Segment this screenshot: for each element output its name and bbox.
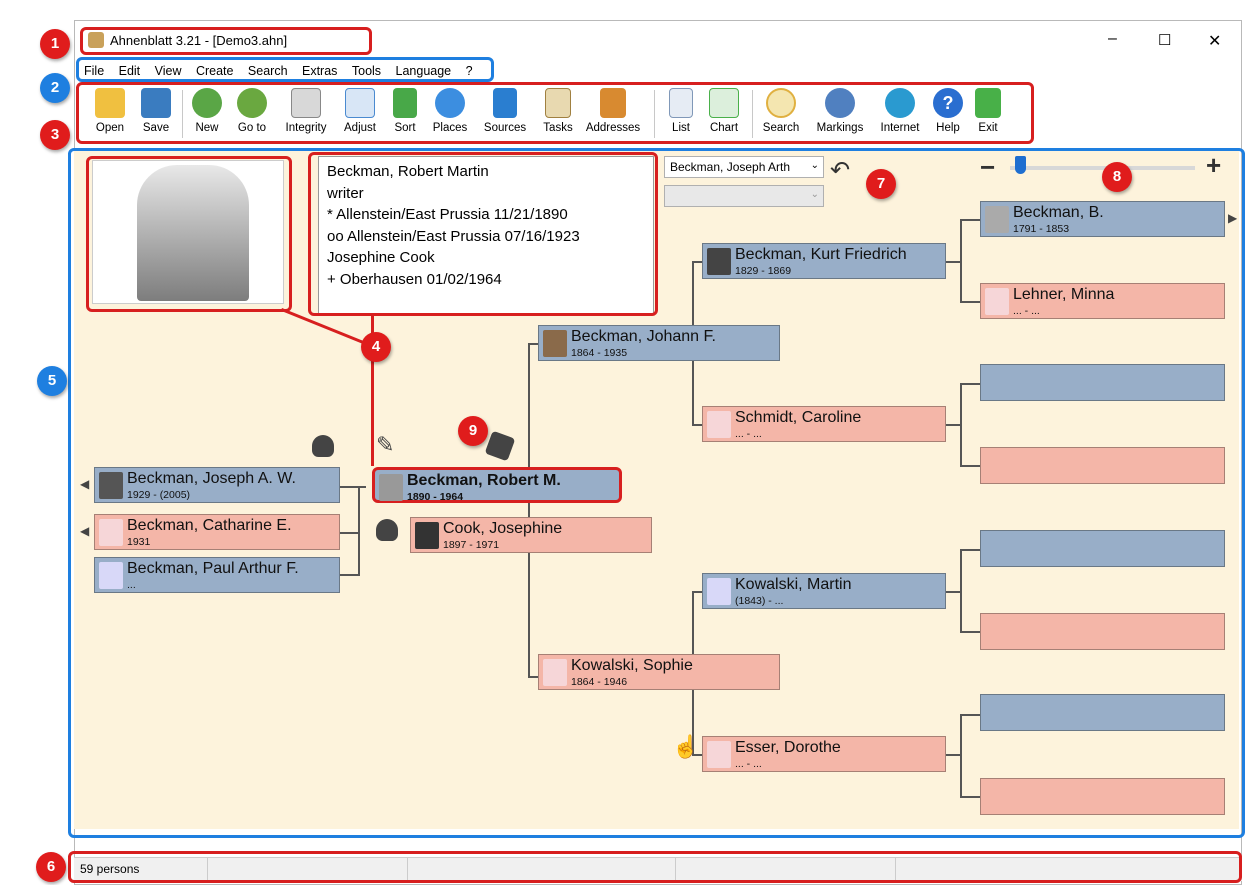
annotation-box-toolbar	[76, 82, 1034, 144]
callout-badge: 8	[1102, 162, 1132, 192]
minimize-button[interactable]: –	[1108, 30, 1117, 48]
maximize-button[interactable]: ☐	[1158, 31, 1171, 49]
annotation-box-menu	[76, 57, 494, 82]
callout-badge: 6	[36, 852, 66, 882]
callout-badge: 4	[361, 332, 391, 362]
callout-badge: 2	[40, 73, 70, 103]
annotation-box-canvas	[68, 148, 1245, 838]
callout-badge: 3	[40, 120, 70, 150]
callout-badge: 7	[866, 169, 896, 199]
callout-badge: 1	[40, 29, 70, 59]
callout-badge: 5	[37, 366, 67, 396]
close-button[interactable]: ✕	[1208, 31, 1221, 51]
callout-badge: 9	[458, 416, 488, 446]
annotation-box-title	[80, 27, 372, 55]
annotation-box-statusbar	[68, 851, 1242, 883]
